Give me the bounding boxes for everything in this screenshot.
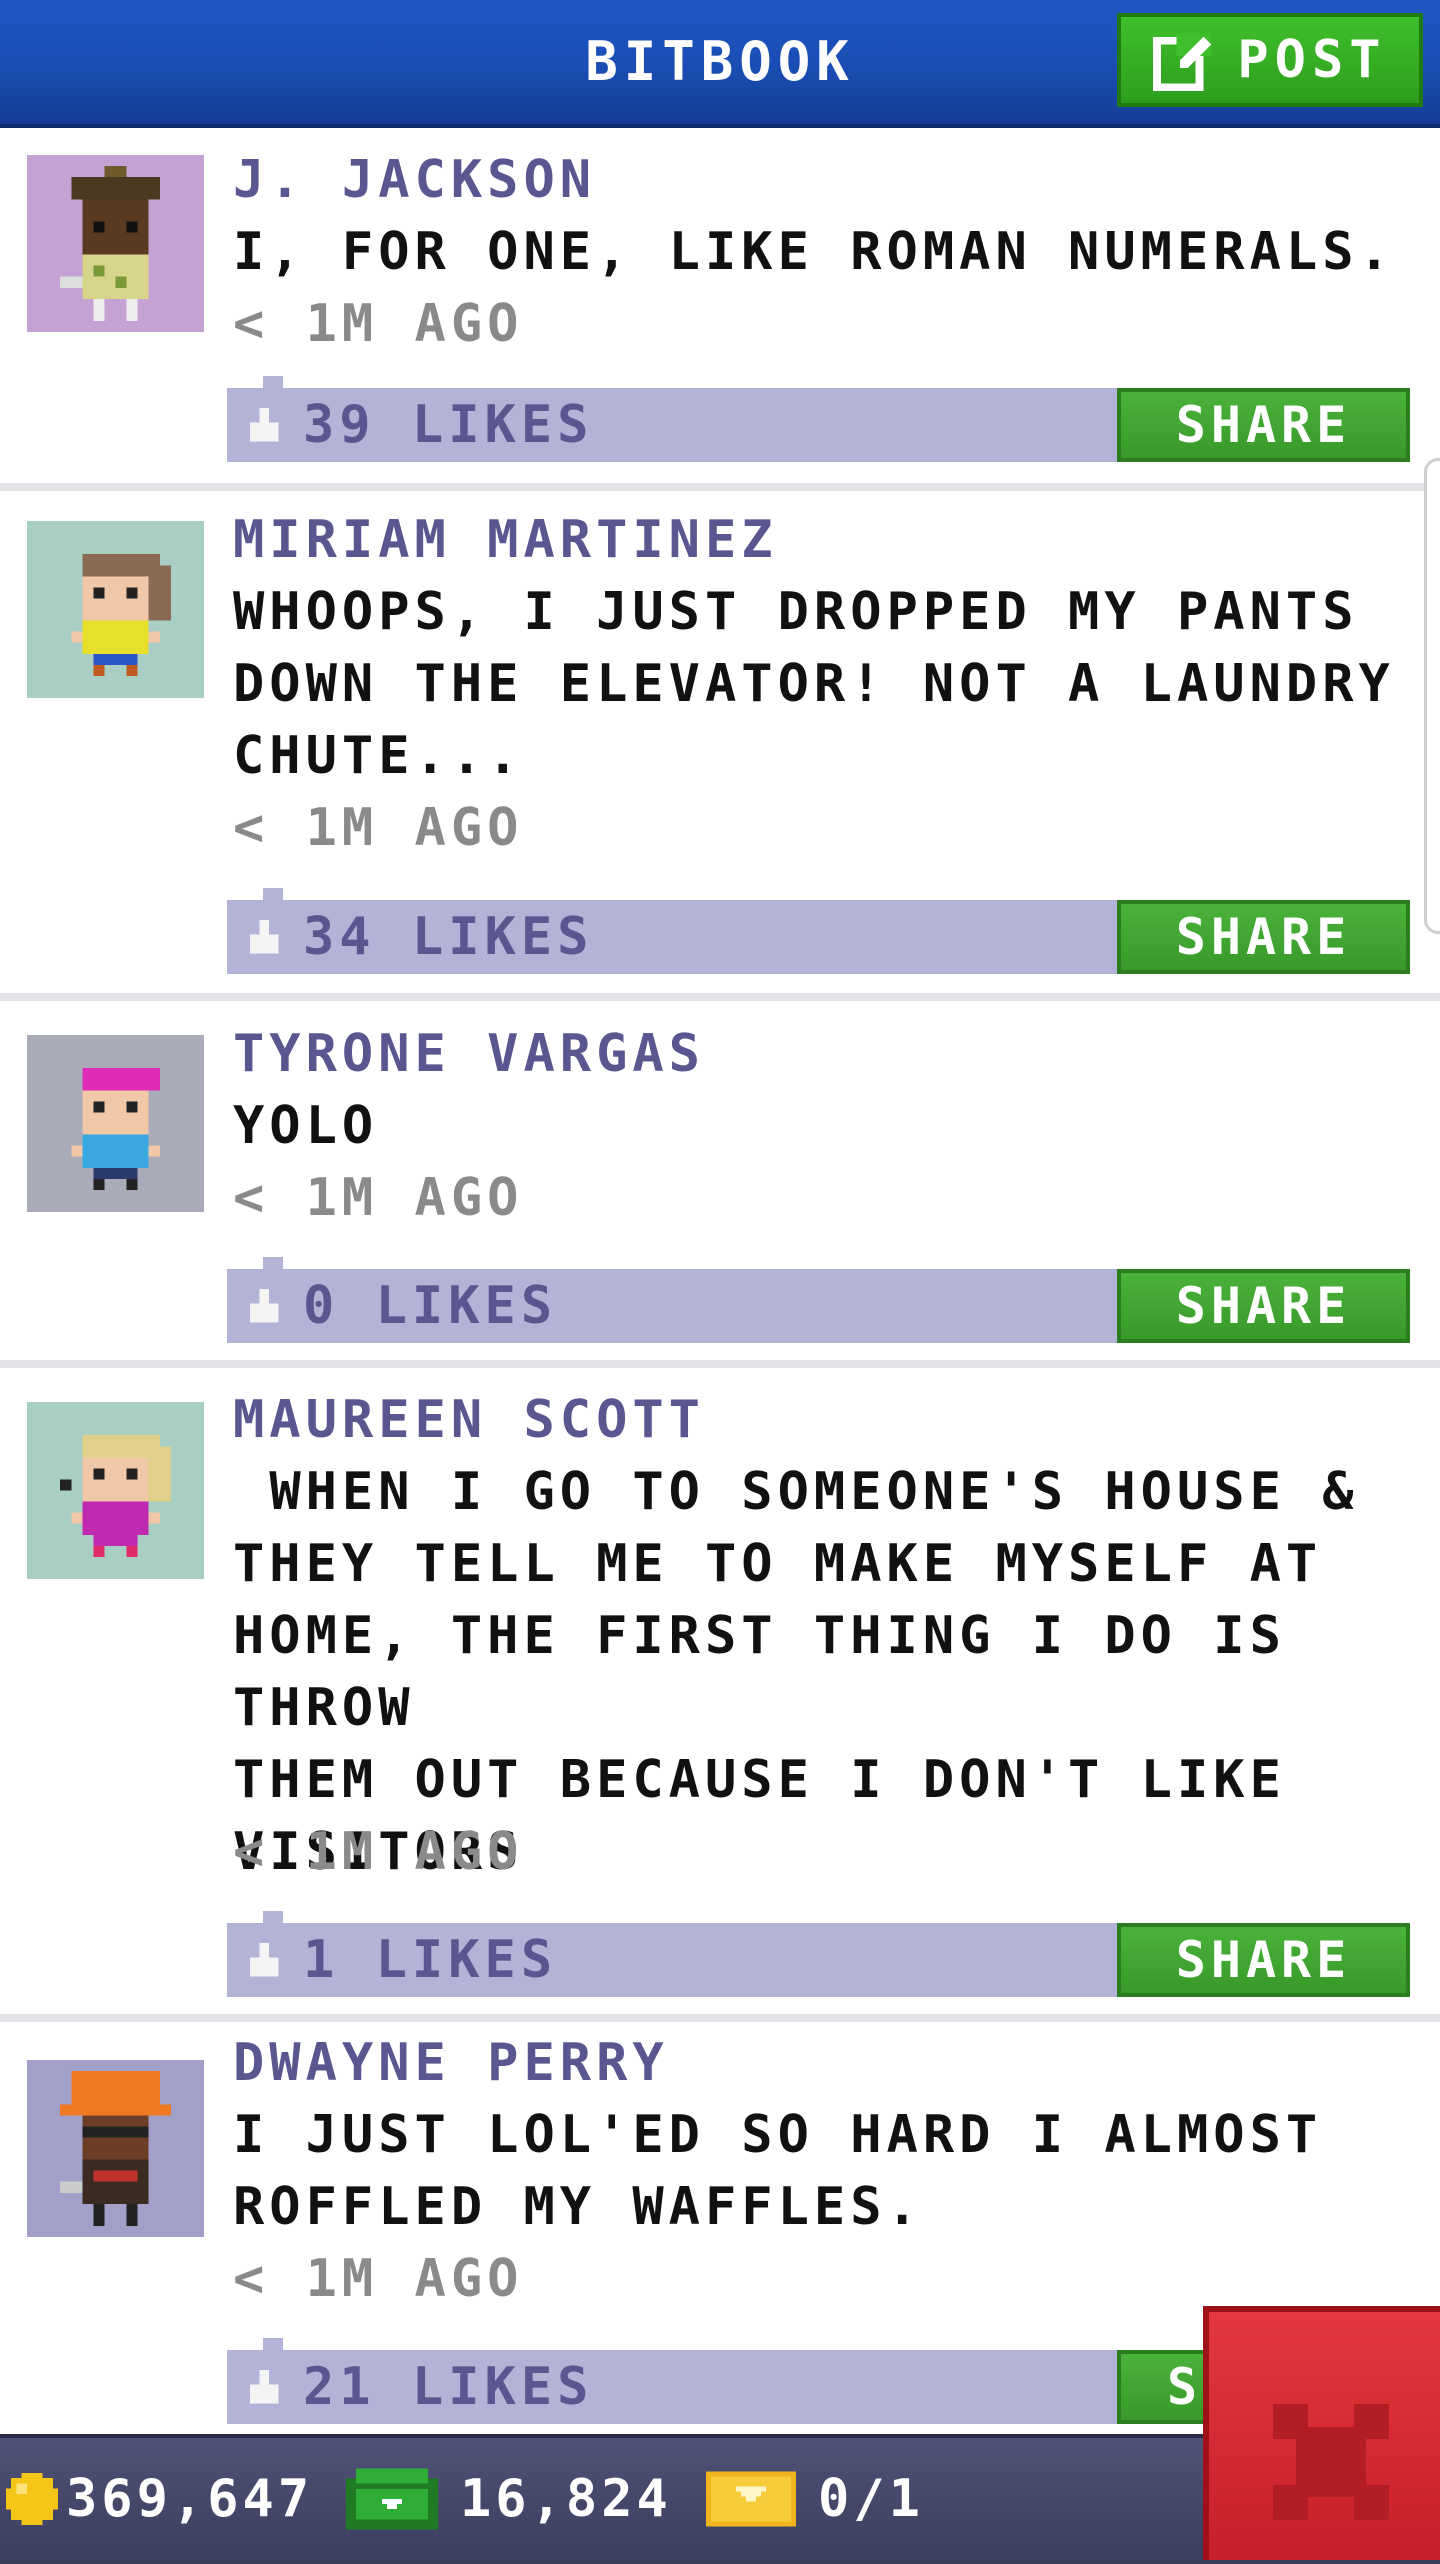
post-time: < 1M AGO [233,2249,524,2309]
thumbs-up-icon[interactable] [245,920,283,958]
app-header: BITBOOK POST [0,0,1440,128]
likes-count: 21 LIKES [303,2357,594,2417]
post-author[interactable]: MIRIAM MARTINEZ [233,504,778,576]
share-button[interactable]: SHARE [1117,388,1410,462]
likes-bar-notch [263,376,283,388]
post-divider [0,993,1440,1001]
post-message: I JUST LOL'ED SO HARD I ALMOST ROFFLED M… [233,2105,1323,2237]
post-time: < 1M AGO [233,1822,524,1882]
avatar[interactable] [27,155,204,332]
likes-count: 34 LIKES [303,907,594,967]
likes-count: 1 LIKES [303,1930,558,1990]
share-button[interactable]: SHARE [1117,1269,1410,1343]
post-author[interactable]: TYRONE VARGAS [233,1018,705,1090]
post-author[interactable]: MAUREEN SCOTT [233,1384,705,1456]
avatar-vargas-image [27,1035,204,1212]
tickets-stat: 0/1 [706,2438,924,2560]
post-author[interactable]: J. JACKSON [233,144,596,216]
bux-icon [346,2468,438,2530]
avatar-scott-image [27,1402,204,1579]
thumbs-up-icon[interactable] [245,1943,283,1981]
post-message: YOLO [233,1096,379,1156]
likes-bar-notch [263,1911,283,1923]
post-time: < 1M AGO [233,798,524,858]
thumbs-up-icon[interactable] [245,2370,283,2408]
close-button[interactable] [1203,2306,1440,2560]
post-time: < 1M AGO [233,1168,524,1228]
likes-count: 0 LIKES [303,1276,558,1336]
avatar[interactable] [27,1402,204,1579]
bux-count: 16,824 [460,2469,672,2529]
avatar[interactable] [27,2060,204,2237]
avatar[interactable] [27,521,204,698]
post-message: WHOOPS, I JUST DROPPED MY PANTS DOWN THE… [233,582,1395,786]
post-author[interactable]: DWAYNE PERRY [233,2027,669,2099]
thumbs-up-icon[interactable] [245,1289,283,1327]
likes-count: 39 LIKES [303,395,594,455]
avatar-jackson-image [27,155,204,332]
tickets-count: 0/1 [818,2469,924,2529]
close-icon [1273,2404,1389,2520]
avatar[interactable] [27,1035,204,1212]
avatar-martinez-image [27,521,204,698]
share-button[interactable]: SHARE [1117,900,1410,974]
coin-icon [6,2473,58,2525]
post-divider [0,483,1440,491]
thumbs-up-icon[interactable] [245,408,283,446]
post-divider [0,2014,1440,2022]
share-button[interactable]: SHARE [1117,1923,1410,1997]
ticket-icon [706,2471,796,2527]
coins-count: 369,647 [66,2469,314,2529]
bux-stat: 16,824 [346,2438,672,2560]
post-button-label: POST [1237,30,1387,90]
coins-stat: 369,647 [6,2438,313,2560]
likes-bar: 1 LIKES SHARE [227,1911,1410,1997]
edit-icon [1153,32,1212,91]
likes-bar-notch [263,1257,283,1269]
likes-bar: 39 LIKES SHARE [227,376,1410,462]
likes-bar: 0 LIKES SHARE [227,1257,1410,1343]
likes-bar-notch [263,888,283,900]
scrollbar[interactable] [1424,458,1440,934]
post-divider [0,1360,1440,1368]
avatar-perry-image [27,2060,204,2237]
likes-bar-notch [263,2338,283,2350]
post-button[interactable]: POST [1117,13,1423,107]
post-message: I, FOR ONE, LIKE ROMAN NUMERALS. [233,222,1395,282]
post-time: < 1M AGO [233,294,524,354]
likes-bar: 34 LIKES SHARE [227,888,1410,974]
